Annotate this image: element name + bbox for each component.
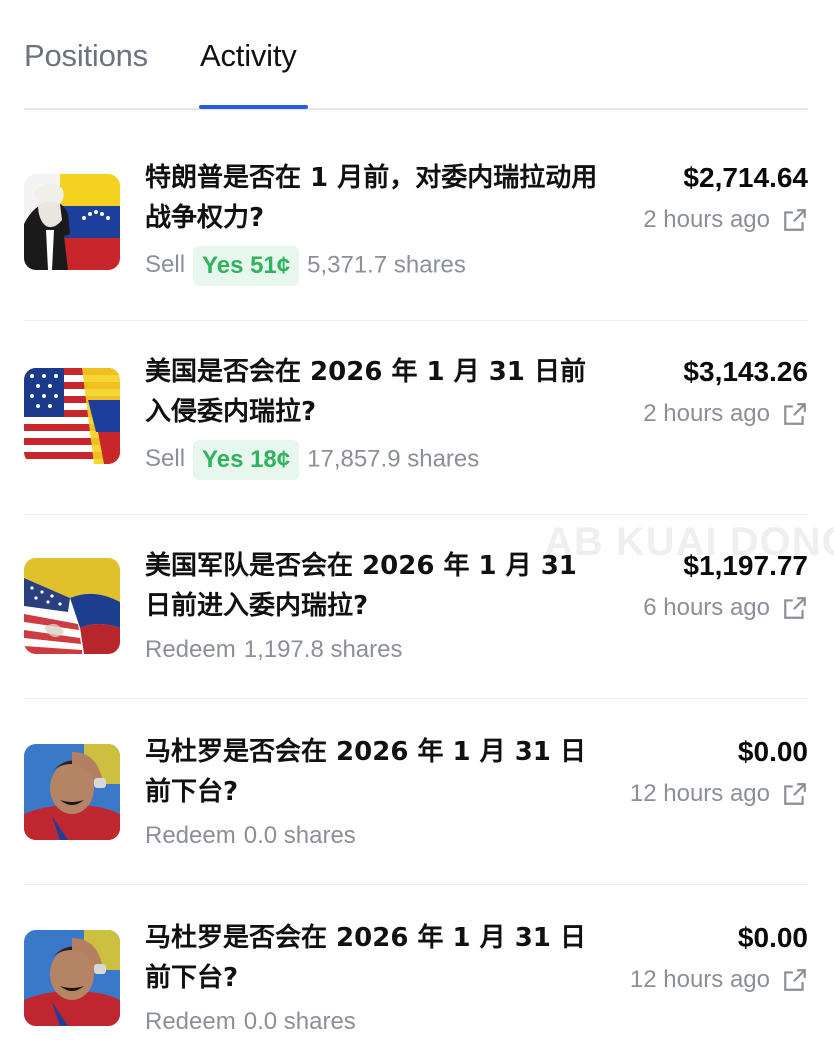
- shares-count: 0.0 shares: [243, 1008, 356, 1035]
- activity-row[interactable]: 马杜罗是否会在 2026 年 1 月 31 日前下台? Redeem 0.0 sh…: [24, 724, 808, 874]
- row-divider: [24, 698, 808, 699]
- shares-count: 1,197.8 shares: [243, 636, 403, 663]
- tab-bar: Positions Activity: [24, 0, 808, 110]
- market-thumbnail: [24, 368, 120, 464]
- time-ago: 6 hours ago: [643, 594, 770, 621]
- trade-action: Redeem: [145, 1008, 236, 1035]
- watermark: AB KUAI DONG: [544, 520, 834, 564]
- trade-time[interactable]: 2 hours ago: [643, 206, 808, 234]
- trade-time[interactable]: 12 hours ago: [630, 780, 808, 808]
- market-title[interactable]: 马杜罗是否会在 2026 年 1 月 31 日前下台?: [145, 732, 605, 812]
- shares-count: 17,857.9 shares: [307, 445, 480, 473]
- time-ago: 2 hours ago: [643, 206, 770, 233]
- market-thumbnail: [24, 744, 120, 840]
- trade-time[interactable]: 12 hours ago: [630, 966, 808, 994]
- market-title[interactable]: 美国是否会在 2026 年 1 月 31 日前入侵委内瑞拉?: [145, 352, 605, 432]
- external-link-icon[interactable]: [782, 967, 808, 993]
- row-divider: [24, 320, 808, 321]
- trade-action: Redeem: [145, 822, 236, 849]
- active-tab-indicator: [199, 105, 308, 109]
- trade-time[interactable]: 2 hours ago: [643, 400, 808, 428]
- trade-meta: Sell Yes 18¢ 17,857.9 shares: [145, 440, 479, 480]
- time-ago: 12 hours ago: [629, 966, 770, 993]
- market-title[interactable]: 马杜罗是否会在 2026 年 1 月 31 日前下台?: [145, 918, 605, 998]
- trade-meta: Sell Yes 51¢ 5,371.7 shares: [145, 246, 466, 286]
- time-ago: 2 hours ago: [643, 400, 770, 427]
- time-ago: 12 hours ago: [629, 780, 770, 807]
- shares-count: 0.0 shares: [243, 822, 356, 849]
- external-link-icon[interactable]: [782, 401, 808, 427]
- tab-positions[interactable]: Positions: [24, 38, 148, 74]
- external-link-icon[interactable]: [782, 595, 808, 621]
- market-thumbnail: [24, 174, 120, 270]
- market-thumbnail: [24, 930, 120, 1026]
- activity-row[interactable]: 特朗普是否在 1 月前，对委内瑞拉动用战争权力? Sell Yes 51¢ 5,37…: [24, 150, 808, 310]
- trade-amount: $2,714.64: [683, 162, 808, 193]
- trade-meta: Redeem 1,197.8 shares: [145, 632, 403, 668]
- trade-action: Redeem: [145, 636, 236, 663]
- outcome-badge: Yes 18¢: [193, 440, 300, 480]
- trade-action: Sell: [145, 251, 186, 279]
- trade-amount: $0.00: [737, 922, 808, 953]
- tab-activity[interactable]: Activity: [200, 38, 297, 74]
- trade-meta: Redeem 0.0 shares: [145, 818, 356, 854]
- trade-meta: Redeem 0.0 shares: [145, 1004, 356, 1040]
- trade-amount: $0.00: [737, 736, 808, 767]
- market-thumbnail: [24, 558, 120, 654]
- trade-time[interactable]: 6 hours ago: [643, 594, 808, 622]
- trade-action: Sell: [145, 445, 186, 473]
- market-title[interactable]: 特朗普是否在 1 月前，对委内瑞拉动用战争权力?: [145, 158, 605, 238]
- row-divider: [24, 514, 808, 515]
- external-link-icon[interactable]: [782, 207, 808, 233]
- external-link-icon[interactable]: [782, 781, 808, 807]
- row-divider: [24, 884, 808, 885]
- activity-row[interactable]: 美国是否会在 2026 年 1 月 31 日前入侵委内瑞拉? Sell Yes 1…: [24, 344, 808, 504]
- trade-amount: $3,143.26: [683, 356, 808, 387]
- outcome-badge: Yes 51¢: [193, 246, 300, 286]
- market-title[interactable]: 美国军队是否会在 2026 年 1 月 31 日前进入委内瑞拉?: [145, 546, 605, 626]
- activity-row[interactable]: 马杜罗是否会在 2026 年 1 月 31 日前下台? Redeem 0.0 sh…: [24, 910, 808, 1056]
- shares-count: 5,371.7 shares: [307, 251, 466, 279]
